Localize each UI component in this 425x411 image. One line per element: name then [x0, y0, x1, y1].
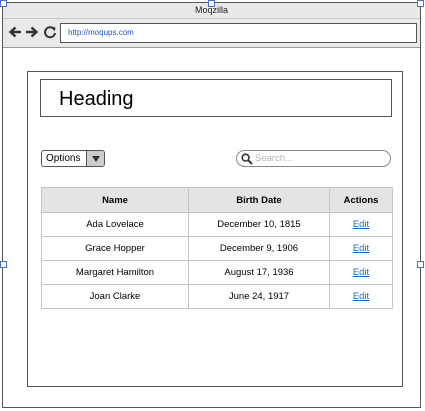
search-input[interactable] [255, 152, 385, 165]
cell-name: Margaret Hamilton [41, 260, 189, 285]
cell-actions: Edit [329, 212, 393, 237]
cell-birth-date: June 24, 1917 [188, 284, 330, 309]
selection-handle[interactable] [0, 0, 7, 7]
selection-handle[interactable] [208, 0, 215, 7]
heading-box: Heading [40, 79, 392, 117]
cell-name: Grace Hopper [41, 236, 189, 261]
arrow-right-icon [26, 26, 39, 38]
column-header-actions: Actions [329, 187, 393, 213]
selection-handle[interactable] [0, 261, 7, 268]
cell-name: Ada Lovelace [41, 212, 189, 237]
cell-birth-date: December 9, 1906 [188, 236, 330, 261]
cell-actions: Edit [329, 236, 393, 261]
content-panel: Heading Options Search... Name Birth Dat… [27, 71, 403, 387]
reload-icon [44, 26, 56, 39]
url-bar[interactable]: http://moqups.com [60, 23, 417, 43]
page-heading: Heading [59, 88, 134, 110]
table-row: Ada Lovelace December 10, 1815 Edit [41, 212, 393, 237]
reload-button[interactable] [43, 25, 57, 39]
back-button[interactable] [8, 25, 22, 39]
people-table: Name Birth Date Actions Ada Lovelace Dec… [41, 187, 393, 309]
table-row: Grace Hopper December 9, 1906 Edit [41, 236, 393, 261]
edit-link[interactable]: Edit [353, 267, 369, 278]
edit-link[interactable]: Edit [353, 243, 369, 254]
browser-toolbar: http://moqups.com [3, 19, 420, 48]
table-row: Joan Clarke June 24, 1917 Edit [41, 284, 393, 309]
edit-link[interactable]: Edit [353, 219, 369, 230]
selection-handle[interactable] [417, 261, 424, 268]
column-header-name[interactable]: Name [41, 187, 189, 213]
options-dropdown-label: Options [46, 153, 81, 164]
column-header-birth-date[interactable]: Birth Date [188, 187, 330, 213]
magnifier-icon [241, 153, 253, 165]
cell-name: Joan Clarke [41, 284, 189, 309]
table-row: Margaret Hamilton August 17, 1936 Edit [41, 260, 393, 285]
caret-down-icon [86, 151, 104, 166]
forward-button[interactable] [25, 25, 39, 39]
cell-birth-date: December 10, 1815 [188, 212, 330, 237]
search-box[interactable] [236, 150, 391, 167]
cell-actions: Edit [329, 260, 393, 285]
cell-birth-date: August 17, 1936 [188, 260, 330, 285]
edit-link[interactable]: Edit [353, 291, 369, 302]
selection-handle[interactable] [417, 0, 424, 7]
browser-window: Moqzilla http://moqups.com Heading Optio… [2, 2, 421, 408]
table-header-row: Name Birth Date Actions [41, 187, 393, 213]
arrow-left-icon [8, 26, 21, 38]
options-dropdown[interactable]: Options [41, 150, 105, 167]
cell-actions: Edit [329, 284, 393, 309]
page-viewport: Heading Options Search... Name Birth Dat… [3, 49, 420, 407]
